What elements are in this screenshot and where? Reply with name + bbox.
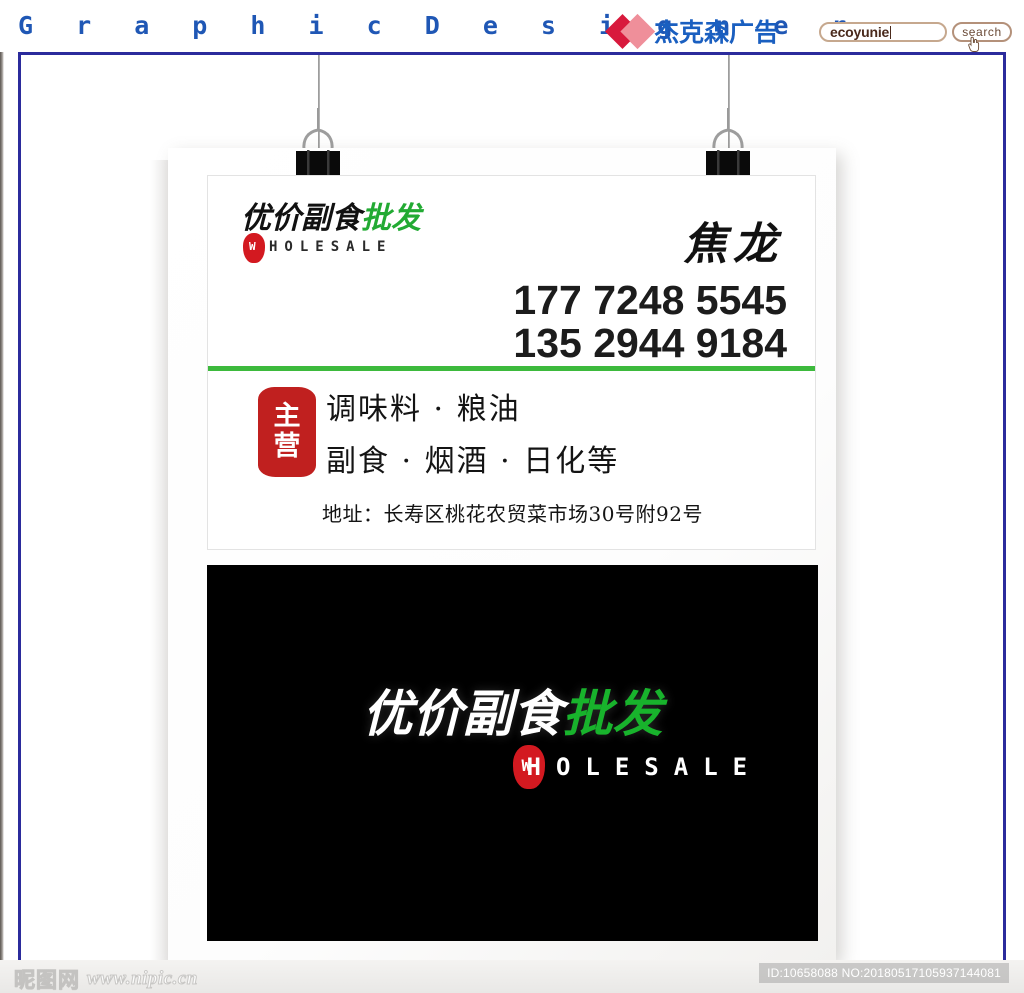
diamond-logo-icon <box>611 13 657 50</box>
logo-showcase-panel: 优价副食批发 W HOLESALE <box>207 565 818 941</box>
hand-cursor-icon <box>968 36 980 52</box>
text-caret <box>890 25 892 39</box>
card-service-line-1: 调味料 · 粮油 <box>326 392 521 427</box>
watermark-cn-label: 昵图网 <box>14 968 80 993</box>
card-service-line-2: 副食 · 烟酒 · 日化等 <box>326 443 620 479</box>
watermark-url-label: www.nipic.cn <box>87 968 198 990</box>
card-address: 地址：长寿区桃花农贸菜市场30号附92号 <box>322 502 703 526</box>
seal-char-1: 主 <box>273 400 301 432</box>
card-brand-logo-cn-black: 优价副食 <box>241 201 361 236</box>
site-header: G r a p h i c D e s i g n e r 杰克森广告 ecoy… <box>0 0 1024 52</box>
card-brand-logo-latin-row: W HOLESALE <box>241 233 471 263</box>
w-seal-icon: W <box>243 233 265 263</box>
card-brand-logo-cn-green: 批发 <box>361 201 421 236</box>
business-scope-seal-icon: 主 营 <box>258 387 316 477</box>
site-watermark: 昵图网 www.nipic.cn <box>14 964 198 993</box>
business-card-front: 优价副食批发 W HOLESALE 焦龙 177 7248 5545 135 2… <box>207 175 816 550</box>
brand-name-label: 杰克森广告 <box>654 18 780 47</box>
panel-brand-logo-cn-green: 批发 <box>562 685 663 743</box>
card-owner-name: 焦龙 <box>683 219 783 270</box>
search-input-value: ecoyunie <box>830 24 890 40</box>
panel-brand-logo-cn-white: 优价副食 <box>362 685 563 743</box>
page-root: G r a p h i c D e s i g n e r 杰克森广告 ecoy… <box>0 0 1024 993</box>
card-phone-2: 135 2944 9184 <box>513 320 787 367</box>
panel-brand-logo-latin: HOLESALE <box>526 753 763 781</box>
seal-char-2: 营 <box>273 431 301 462</box>
asset-id-label: ID:10658088 NO:20180517105937144081 <box>759 963 1009 983</box>
card-brand-logo-latin: HOLESALE <box>269 239 393 255</box>
w-seal-letter: W <box>249 240 256 253</box>
card-phone-block: 177 7248 5545 135 2944 9184 <box>513 277 787 367</box>
paper-shadow <box>150 160 170 960</box>
card-services: 调味料 · 粮油 副食 · 烟酒 · 日化等 <box>326 384 619 487</box>
search-button[interactable]: search <box>952 22 1012 42</box>
card-brand-logo: 优价副食批发 W HOLESALE <box>241 204 471 263</box>
card-green-divider <box>208 366 815 371</box>
card-phone-1: 177 7248 5545 <box>513 277 787 323</box>
page-left-edge <box>0 0 4 993</box>
card-brand-logo-cn: 优价副食批发 <box>241 204 471 234</box>
search-input[interactable]: ecoyunie <box>819 22 947 42</box>
panel-brand-logo-cn: 优价副食批发 <box>207 689 818 739</box>
panel-brand-logo: 优价副食批发 W HOLESALE <box>207 689 818 792</box>
